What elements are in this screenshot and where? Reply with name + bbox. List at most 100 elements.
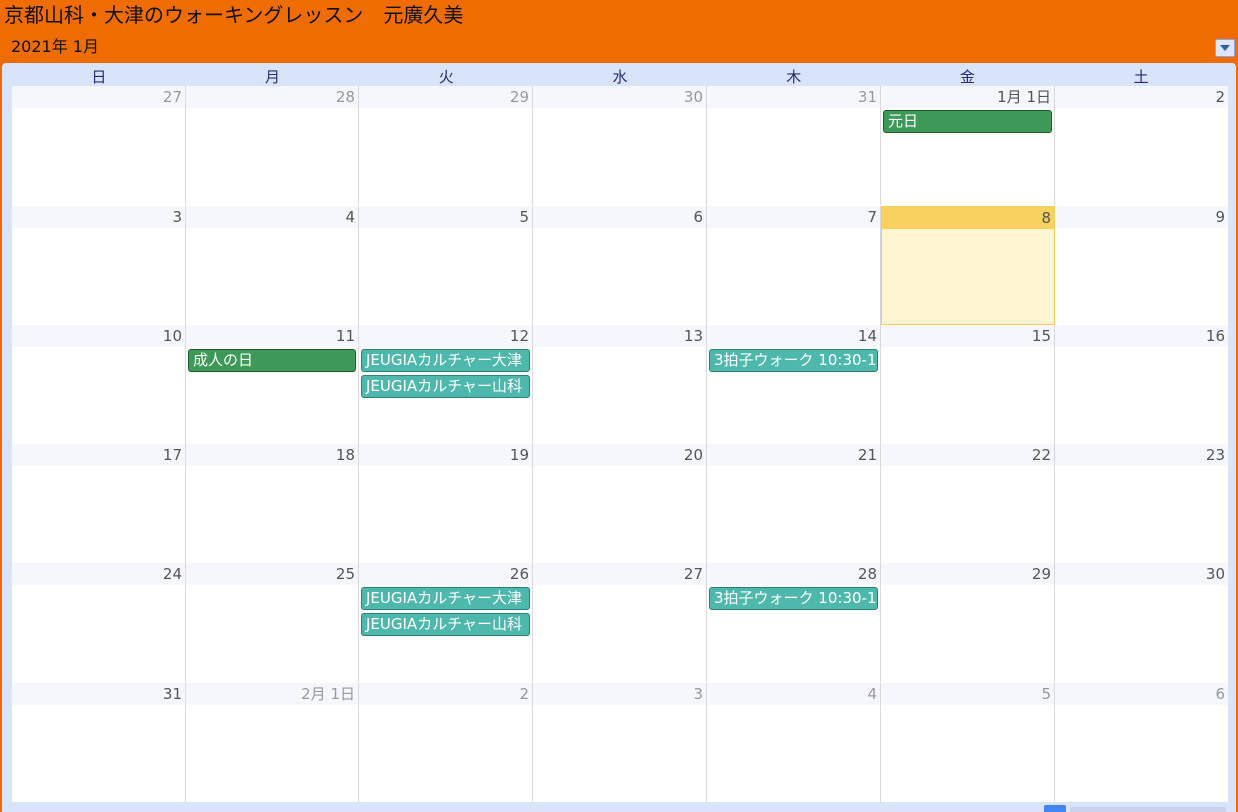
holiday-event[interactable]: 元日 xyxy=(883,110,1052,133)
day-number[interactable]: 8 xyxy=(882,207,1054,229)
day-number[interactable]: 27 xyxy=(533,563,706,585)
view-dropdown-button[interactable] xyxy=(1215,39,1235,57)
day-number[interactable]: 30 xyxy=(1055,563,1228,585)
lesson-event[interactable]: 3拍子ウォーク 10:30-1 xyxy=(709,587,878,610)
day-number[interactable]: 18 xyxy=(186,444,358,466)
day-number[interactable]: 5 xyxy=(359,206,532,228)
day-number[interactable]: 9 xyxy=(1055,206,1228,228)
day-number[interactable]: 28 xyxy=(186,86,358,108)
day-cell[interactable]: 12 JEUGIAカルチャー大津 JEUGIAカルチャー山科 xyxy=(359,325,533,444)
day-cell[interactable]: 3 xyxy=(533,683,707,802)
day-cell[interactable]: 22 xyxy=(881,444,1055,563)
day-cell[interactable]: 28 xyxy=(186,86,359,205)
day-number[interactable]: 6 xyxy=(1055,683,1228,705)
day-number[interactable]: 16 xyxy=(1055,325,1228,347)
day-cell[interactable]: 2 xyxy=(1055,86,1228,205)
day-number[interactable]: 7 xyxy=(707,206,880,228)
day-cell[interactable]: 27 xyxy=(533,563,707,682)
day-cell[interactable]: 7 xyxy=(707,206,881,325)
day-cell[interactable]: 30 xyxy=(533,86,707,205)
day-number[interactable]: 14 xyxy=(707,325,880,347)
lesson-event[interactable]: JEUGIAカルチャー山科 xyxy=(361,375,530,398)
day-cell[interactable]: 24 xyxy=(12,563,186,682)
day-number[interactable]: 6 xyxy=(533,206,706,228)
day-number[interactable]: 27 xyxy=(12,86,185,108)
day-number[interactable]: 20 xyxy=(533,444,706,466)
day-cell[interactable]: 4 xyxy=(186,206,359,325)
day-cell[interactable]: 2月 1日 xyxy=(186,683,359,802)
day-number[interactable]: 3 xyxy=(12,206,185,228)
holiday-event[interactable]: 成人の日 xyxy=(188,349,356,372)
day-cell[interactable]: 30 xyxy=(1055,563,1228,682)
week-row: 27 28 29 30 31 1月 1日 元日 2 xyxy=(12,86,1228,205)
day-number[interactable]: 31 xyxy=(707,86,880,108)
day-cell[interactable]: 15 xyxy=(881,325,1055,444)
day-cell[interactable]: 31 xyxy=(707,86,881,205)
day-cell[interactable]: 11 成人の日 xyxy=(186,325,359,444)
day-number[interactable]: 10 xyxy=(12,325,185,347)
day-cell[interactable]: 5 xyxy=(359,206,533,325)
day-cell[interactable]: 23 xyxy=(1055,444,1228,563)
day-cell[interactable]: 3 xyxy=(12,206,186,325)
day-number[interactable]: 2 xyxy=(359,683,532,705)
day-cell[interactable]: 2 xyxy=(359,683,533,802)
lesson-event[interactable]: 3拍子ウォーク 10:30-1 xyxy=(709,349,878,372)
calendar-logo-icon xyxy=(1044,805,1066,812)
weekday-sat: 土 xyxy=(1133,68,1149,86)
day-cell[interactable]: 16 xyxy=(1055,325,1228,444)
day-number[interactable]: 5 xyxy=(881,683,1054,705)
day-number[interactable]: 22 xyxy=(881,444,1054,466)
google-calendar-badge[interactable] xyxy=(1044,805,1228,812)
day-number[interactable]: 15 xyxy=(881,325,1054,347)
day-number[interactable]: 2月 1日 xyxy=(186,683,358,705)
day-cell[interactable]: 18 xyxy=(186,444,359,563)
day-number[interactable]: 2 xyxy=(1055,86,1228,108)
day-cell[interactable]: 5 xyxy=(881,683,1055,802)
day-cell[interactable]: 17 xyxy=(12,444,186,563)
day-number[interactable]: 29 xyxy=(359,86,532,108)
day-cell[interactable]: 29 xyxy=(359,86,533,205)
day-number[interactable]: 26 xyxy=(359,563,532,585)
day-number[interactable]: 11 xyxy=(186,325,358,347)
lesson-event[interactable]: JEUGIAカルチャー大津 xyxy=(361,587,530,610)
day-number[interactable]: 30 xyxy=(533,86,706,108)
day-cell[interactable]: 19 xyxy=(359,444,533,563)
day-cell[interactable]: 29 xyxy=(881,563,1055,682)
day-cell[interactable]: 25 xyxy=(186,563,359,682)
day-cell[interactable]: 21 xyxy=(707,444,881,563)
day-number[interactable]: 31 xyxy=(12,683,185,705)
day-number[interactable]: 13 xyxy=(533,325,706,347)
day-cell[interactable]: 10 xyxy=(12,325,186,444)
day-cell[interactable]: 28 3拍子ウォーク 10:30-1 xyxy=(707,563,881,682)
day-number[interactable]: 4 xyxy=(186,206,358,228)
day-number[interactable]: 24 xyxy=(12,563,185,585)
day-cell[interactable]: 26 JEUGIAカルチャー大津 JEUGIAカルチャー山科 xyxy=(359,563,533,682)
day-cell[interactable]: 6 xyxy=(533,206,707,325)
day-number[interactable]: 12 xyxy=(359,325,532,347)
week-row: 24 25 26 JEUGIAカルチャー大津 JEUGIAカルチャー山科 27 28 3拍子ウ… xyxy=(12,563,1228,682)
day-cell[interactable]: 27 xyxy=(12,86,186,205)
day-number[interactable]: 25 xyxy=(186,563,358,585)
day-number[interactable]: 19 xyxy=(359,444,532,466)
day-number[interactable]: 17 xyxy=(12,444,185,466)
lesson-event[interactable]: JEUGIAカルチャー山科 xyxy=(361,613,530,636)
day-number[interactable]: 28 xyxy=(707,563,880,585)
day-number[interactable]: 29 xyxy=(881,563,1054,585)
day-cell[interactable]: 14 3拍子ウォーク 10:30-1 xyxy=(707,325,881,444)
day-cell[interactable]: 6 xyxy=(1055,683,1228,802)
day-cell[interactable]: 13 xyxy=(533,325,707,444)
day-number[interactable]: 21 xyxy=(707,444,880,466)
day-cell[interactable]: 9 xyxy=(1055,206,1228,325)
day-number[interactable]: 1月 1日 xyxy=(881,86,1054,108)
day-cell[interactable]: 4 xyxy=(707,683,881,802)
day-cell-today[interactable]: 8 xyxy=(881,206,1055,325)
day-number[interactable]: 3 xyxy=(533,683,706,705)
lesson-event[interactable]: JEUGIAカルチャー大津 xyxy=(361,349,530,372)
weekday-wed: 水 xyxy=(612,68,628,86)
day-cell[interactable]: 20 xyxy=(533,444,707,563)
day-cell[interactable]: 31 xyxy=(12,683,186,802)
day-number[interactable]: 23 xyxy=(1055,444,1228,466)
day-cell[interactable]: 1月 1日 元日 xyxy=(881,86,1055,205)
day-number[interactable]: 4 xyxy=(707,683,880,705)
weekday-thu: 木 xyxy=(786,68,802,86)
